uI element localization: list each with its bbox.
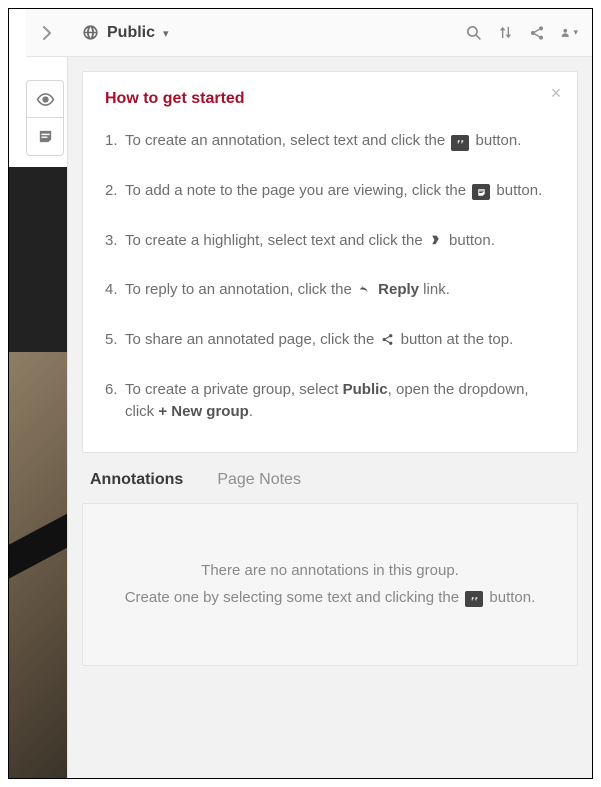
empty-line: Create one by selecting some text and cl…: [103, 585, 557, 611]
help-text: button.: [445, 232, 495, 249]
bg-hero-line: SBO: [9, 218, 67, 259]
highlight-icon: [429, 233, 443, 247]
reply-label: Reply: [378, 281, 419, 298]
help-step: To add a note to the page you are viewin…: [105, 180, 555, 202]
toolbar: Public ▾ ▾: [26, 9, 592, 57]
help-text: .: [249, 403, 253, 420]
help-text: button.: [492, 182, 542, 199]
bg-hero: SBO 01: [9, 167, 67, 352]
annotate-icon: [451, 135, 469, 151]
chevron-down-icon: ▾: [573, 27, 578, 38]
scope-selector[interactable]: Public ▾: [82, 24, 169, 42]
scope-label: Public: [107, 24, 155, 42]
empty-line: There are no annotations in this group.: [103, 558, 557, 584]
new-group-label: + New group: [158, 403, 248, 420]
page-background: SBO 01 ON TO: [9, 57, 67, 778]
empty-text: Create one by selecting some text and cl…: [125, 589, 464, 606]
help-text: button.: [471, 132, 521, 149]
tab-annotations[interactable]: Annotations: [90, 471, 183, 489]
tabs: Annotations Page Notes: [68, 471, 592, 503]
help-text: link.: [419, 281, 450, 298]
help-steps: To create an annotation, select text and…: [105, 130, 555, 422]
help-step: To create a highlight, select text and c…: [105, 230, 555, 252]
help-step: To reply to an annotation, click the Rep…: [105, 279, 555, 301]
help-card: × How to get started To create an annota…: [82, 71, 578, 453]
tab-page-notes[interactable]: Page Notes: [217, 471, 301, 489]
collapse-sidebar-button[interactable]: [30, 17, 62, 49]
help-text: To create a private group, select: [125, 381, 343, 398]
account-menu[interactable]: ▾: [560, 24, 578, 42]
annotation-sidebar: × How to get started To create an annota…: [67, 57, 592, 778]
mini-toolbar: [26, 80, 64, 156]
help-step: To share an annotated page, click the bu…: [105, 329, 555, 351]
help-step: To create a private group, select Public…: [105, 379, 555, 423]
help-title: How to get started: [105, 90, 555, 108]
help-text: To share an annotated page, click the: [125, 331, 379, 348]
close-help-button[interactable]: ×: [547, 84, 565, 102]
toggle-highlights-button[interactable]: [26, 80, 64, 118]
empty-state: There are no annotations in this group. …: [82, 503, 578, 666]
share-icon: [381, 333, 395, 347]
help-text: To reply to an annotation, click the: [125, 281, 356, 298]
help-step: To create an annotation, select text and…: [105, 130, 555, 152]
bg-hero-line: 01: [9, 260, 67, 301]
share-button[interactable]: [528, 24, 546, 42]
help-text: To add a note to the page you are viewin…: [125, 182, 470, 199]
toolbar-actions: ▾: [464, 24, 592, 42]
empty-text: button.: [485, 589, 535, 606]
annotate-icon: [465, 591, 483, 607]
help-text: To create a highlight, select text and c…: [125, 232, 427, 249]
page-note-icon: [472, 184, 490, 200]
help-text: To create an annotation, select text and…: [125, 132, 449, 149]
globe-icon: [82, 24, 99, 41]
chevron-down-icon: ▾: [163, 27, 169, 40]
public-label: Public: [343, 381, 388, 398]
search-button[interactable]: [464, 24, 482, 42]
reply-arrow-icon: [358, 283, 372, 297]
new-page-note-button[interactable]: [26, 118, 64, 156]
bg-image: [9, 352, 67, 778]
sort-button[interactable]: [496, 24, 514, 42]
help-text: button at the top.: [397, 331, 514, 348]
